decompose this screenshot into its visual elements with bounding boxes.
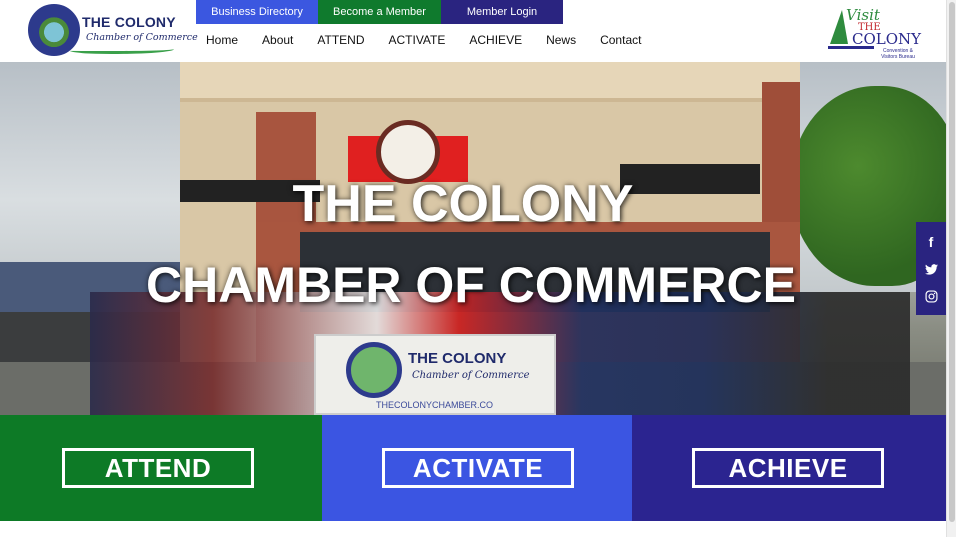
visit-logo-line4: Convention & Visitors Bureau bbox=[881, 48, 915, 60]
hero-title-line1: THE COLONY bbox=[292, 175, 634, 233]
achieve-band: ACHIEVE bbox=[632, 415, 946, 521]
attend-button[interactable]: ATTEND bbox=[62, 448, 254, 488]
banner-subtitle: Chamber of Commerce bbox=[412, 370, 530, 381]
member-login-button[interactable]: Member Login bbox=[441, 0, 563, 24]
banner-url: THECOLONYCHAMBER.CO bbox=[376, 400, 494, 410]
nav-activate[interactable]: ACTIVATE bbox=[388, 33, 445, 47]
instagram-icon[interactable] bbox=[916, 282, 946, 310]
main-nav: Home About ATTEND ACTIVATE ACHIEVE News … bbox=[206, 33, 665, 47]
chamber-logo[interactable]: THE COLONY Chamber of Commerce bbox=[26, 2, 198, 60]
visit-the-colony-logo[interactable]: Visit THE COLONY Convention & Visitors B… bbox=[828, 4, 922, 60]
top-buttons: Business Directory Become a Member Membe… bbox=[196, 0, 563, 24]
nav-achieve[interactable]: ACHIEVE bbox=[469, 33, 522, 47]
logo-subtitle: Chamber of Commerce bbox=[86, 32, 198, 43]
nav-home[interactable]: Home bbox=[206, 33, 238, 47]
activate-band: ACTIVATE bbox=[322, 415, 632, 521]
social-sidebar: f bbox=[916, 222, 946, 315]
banner-title: THE COLONY bbox=[408, 350, 507, 367]
nav-about[interactable]: About bbox=[262, 33, 293, 47]
storefront-parapet bbox=[180, 62, 800, 102]
activate-button[interactable]: ACTIVATE bbox=[382, 448, 574, 488]
business-directory-button[interactable]: Business Directory bbox=[196, 0, 318, 24]
facebook-icon[interactable]: f bbox=[916, 228, 946, 256]
hero-banner: THE COLONY Chamber of Commerce THECOLONY… bbox=[314, 334, 556, 415]
attend-band: ATTEND bbox=[0, 415, 322, 521]
hero-section: THE COLONY Chamber of Commerce THECOLONY… bbox=[0, 62, 946, 415]
scrollbar-thumb[interactable] bbox=[949, 2, 955, 522]
nav-contact[interactable]: Contact bbox=[600, 33, 641, 47]
logo-title: THE COLONY bbox=[82, 14, 176, 30]
become-member-button[interactable]: Become a Member bbox=[318, 0, 441, 24]
hero-title-line2: CHAMBER OF COMMERCE bbox=[146, 257, 796, 313]
nav-news[interactable]: News bbox=[546, 33, 576, 47]
banner-emblem bbox=[346, 342, 402, 398]
visit-logo-line3: COLONY bbox=[852, 30, 922, 48]
nav-attend[interactable]: ATTEND bbox=[317, 33, 364, 47]
page-scrollbar[interactable] bbox=[946, 0, 956, 537]
achieve-button[interactable]: ACHIEVE bbox=[692, 448, 884, 488]
site-header: THE COLONY Chamber of Commerce Business … bbox=[0, 0, 946, 62]
logo-wave bbox=[70, 46, 174, 54]
twitter-icon[interactable] bbox=[916, 255, 946, 283]
